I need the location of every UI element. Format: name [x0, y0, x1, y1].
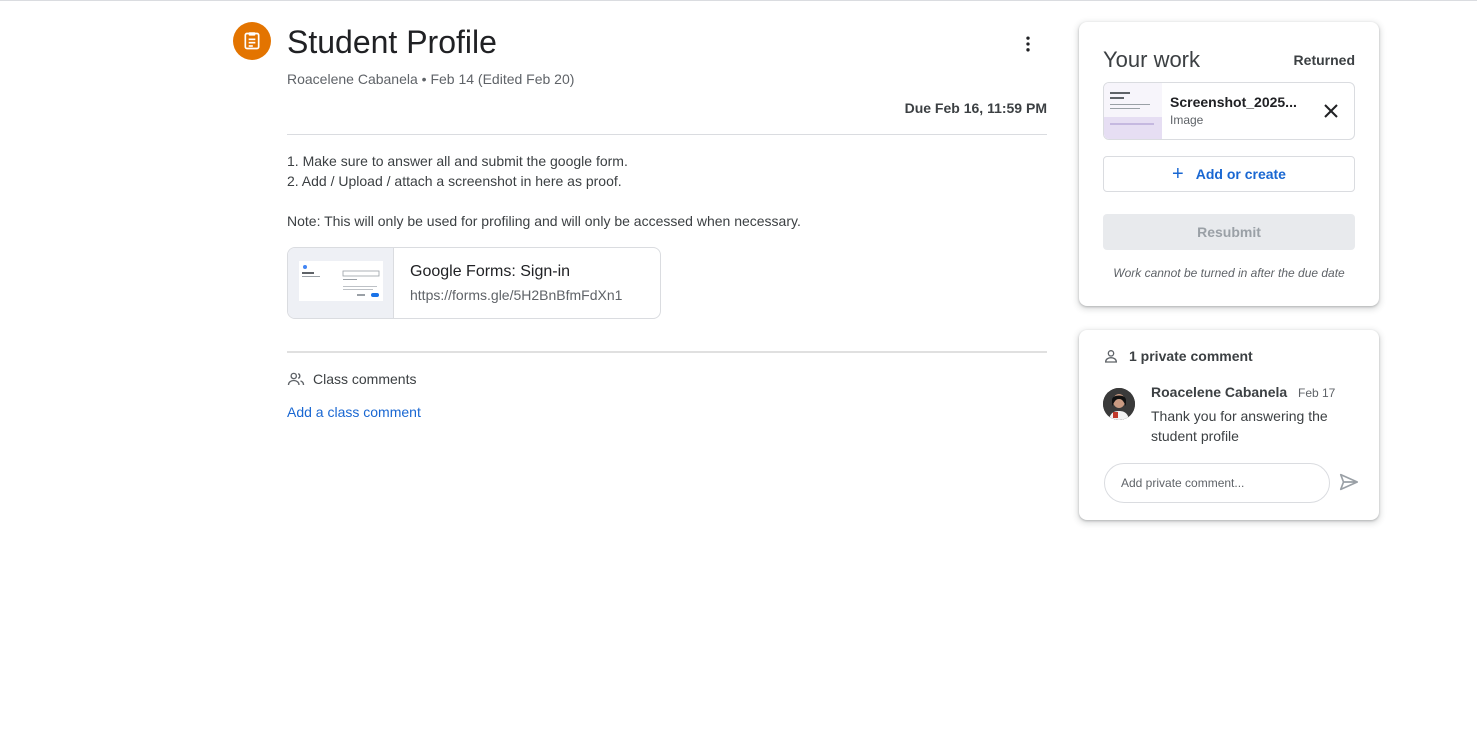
send-icon [1339, 473, 1359, 491]
add-or-create-button[interactable]: + Add or create [1103, 156, 1355, 192]
description-line: Note: This will only be used for profili… [287, 213, 801, 229]
private-comments-header: 1 private comment [1103, 348, 1253, 364]
private-comment-input[interactable] [1104, 463, 1330, 503]
file-type: Image [1170, 113, 1204, 127]
assignment-description: 1. Make sure to answer all and submit th… [287, 151, 801, 231]
remove-file-button[interactable] [1320, 100, 1342, 122]
status-badge: Returned [1293, 52, 1355, 68]
file-name: Screenshot_2025... [1170, 94, 1297, 110]
more-vert-icon [1026, 36, 1030, 52]
class-comments-label: Class comments [313, 371, 417, 387]
attachment-url: https://forms.gle/5H2BnBfmFdXn1 [410, 287, 623, 303]
add-or-create-label: Add or create [1195, 166, 1286, 182]
description-line: 1. Make sure to answer all and submit th… [287, 153, 628, 169]
attachment-thumbnail [288, 248, 394, 318]
attachment-title: Google Forms: Sign-in [410, 263, 571, 280]
comment-date: Feb 17 [1298, 386, 1336, 400]
submitted-file[interactable]: Screenshot_2025... Image [1103, 82, 1355, 140]
your-work-title: Your work [1103, 47, 1201, 72]
plus-icon: + [1172, 163, 1184, 185]
send-comment-button[interactable] [1337, 470, 1361, 494]
file-thumbnail [1104, 83, 1162, 139]
more-options-button[interactable] [1014, 30, 1042, 58]
person-icon [1104, 350, 1118, 363]
top-border [0, 0, 1477, 1]
form-attachment[interactable]: Google Forms: Sign-in https://forms.gle/… [287, 247, 661, 319]
private-comments-label: 1 private comment [1129, 348, 1253, 364]
resubmit-button[interactable]: Resubmit [1103, 214, 1355, 250]
work-note: Work cannot be turned in after the due d… [1113, 266, 1345, 280]
close-icon [1324, 104, 1338, 118]
people-icon [287, 372, 305, 386]
your-work-card: Your work Returned Screenshot_2025... Im… [1079, 22, 1379, 306]
class-comments-header: Class comments [287, 370, 416, 388]
avatar [1103, 388, 1135, 420]
description-line [287, 191, 801, 211]
due-date: Due Feb 16, 11:59 PM [904, 100, 1047, 116]
assignment-icon [233, 22, 271, 60]
comment-text: Thank you for answering the student prof… [1151, 408, 1328, 444]
divider [287, 134, 1047, 135]
description-line: 2. Add / Upload / attach a screenshot in… [287, 173, 622, 189]
page-title: Student Profile [287, 24, 497, 60]
assignment-meta: Roacelene Cabanela • Feb 14 (Edited Feb … [287, 71, 575, 87]
divider [287, 351, 1047, 353]
comment-author: Roacelene Cabanela [1151, 384, 1288, 400]
private-comments-card: 1 private comment Roacelene Cabanela Feb… [1079, 330, 1379, 520]
add-class-comment-link[interactable]: Add a class comment [287, 404, 421, 420]
